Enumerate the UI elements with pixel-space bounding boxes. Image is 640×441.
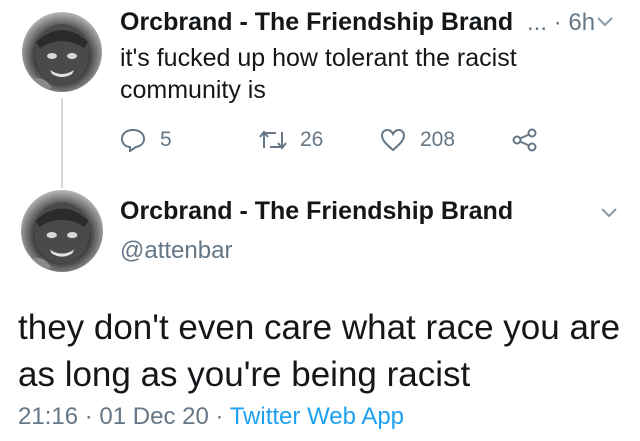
reply-author-name[interactable]: Orcbrand - The Friendship Brand (120, 8, 513, 37)
truncation: ... (527, 9, 548, 36)
reply-meta: ... · 6h (527, 9, 595, 37)
reply-text: it's fucked up how tolerant the racist c… (120, 44, 517, 104)
thread-line (61, 98, 63, 188)
main-handle[interactable]: @attenbar (120, 237, 232, 265)
chevron-down-icon[interactable] (600, 206, 618, 224)
tweet-date[interactable]: 01 Dec 20 (99, 403, 208, 430)
tweet-time[interactable]: 21:16 (18, 403, 78, 430)
retweet-count: 26 (300, 128, 324, 151)
avatar[interactable] (21, 190, 103, 272)
separator: · (553, 9, 562, 36)
share-icon (512, 128, 538, 152)
tweet-footer: 21:16 · 01 Dec 20 · Twitter Web App (18, 403, 404, 431)
action-reply[interactable]: 5 (120, 128, 172, 152)
avatar[interactable] (22, 12, 102, 92)
share-button[interactable] (512, 128, 538, 152)
separator: · (84, 403, 93, 430)
action-retweet[interactable]: 26 (258, 128, 323, 152)
reply-time[interactable]: 6h (568, 9, 595, 36)
source-app-link[interactable]: Twitter Web App (230, 403, 404, 430)
main-tweet-text: they don't even care what race you are a… (18, 308, 621, 394)
speech-bubble-icon (120, 128, 146, 152)
like-count: 208 (420, 128, 456, 151)
chevron-down-icon[interactable] (596, 15, 614, 33)
heart-icon (380, 128, 406, 152)
action-like[interactable]: 208 (380, 128, 455, 152)
main-author-name[interactable]: Orcbrand - The Friendship Brand (120, 197, 513, 226)
retweet-icon (258, 128, 288, 152)
separator: · (215, 403, 224, 430)
reply-count: 5 (160, 128, 172, 151)
